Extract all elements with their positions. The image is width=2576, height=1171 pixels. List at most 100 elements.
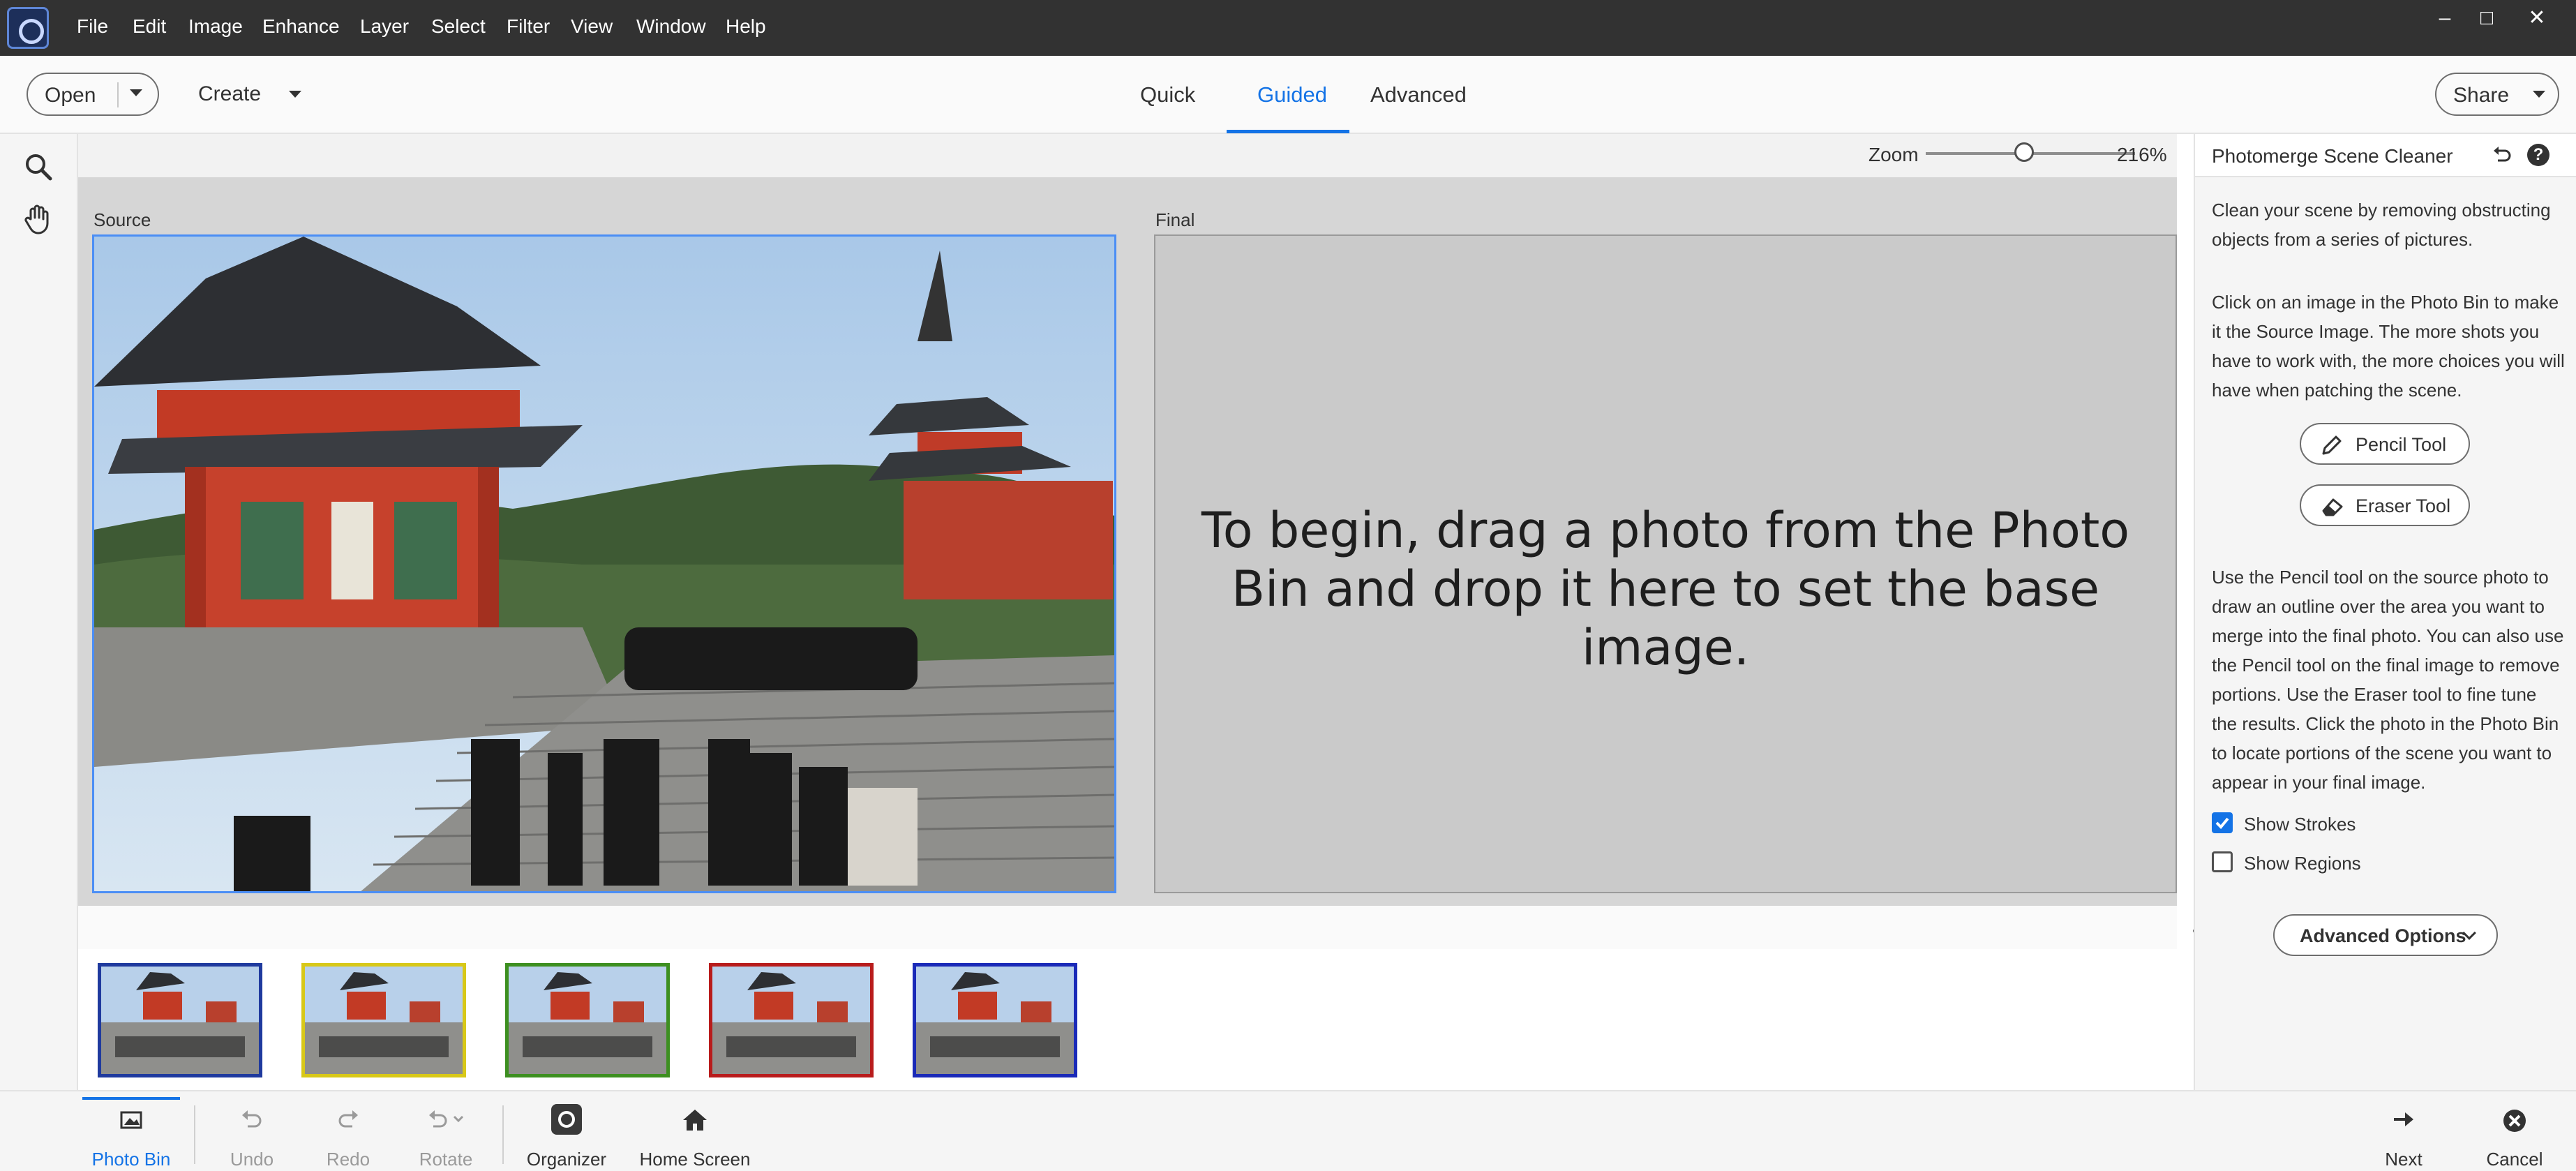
hand-tool-icon[interactable] [21, 201, 56, 236]
photo-bin-thumb[interactable] [505, 963, 670, 1077]
thumbnail-image [712, 967, 870, 1074]
zoom-bar: Zoom 216% [78, 134, 2177, 177]
panel-header: Photomerge Scene Cleaner ? [2195, 134, 2576, 177]
next-label: Next [2385, 1149, 2423, 1170]
zoom-slider-thumb[interactable] [2014, 142, 2034, 162]
show-strokes-label: Show Strokes [2244, 814, 2356, 835]
rotate-button[interactable]: Rotate [406, 1098, 486, 1171]
menu-filter[interactable]: Filter [507, 15, 550, 38]
help-icon[interactable]: ? [2527, 144, 2549, 166]
thumbnail-image [509, 967, 666, 1074]
menu-layer[interactable]: Layer [360, 15, 409, 38]
rotate-label: Rotate [419, 1149, 473, 1170]
final-label: Final [1155, 209, 1195, 230]
thumbnail-image [101, 967, 259, 1074]
pencil-icon [2322, 435, 2342, 455]
organizer-button[interactable]: Organizer [518, 1098, 615, 1171]
mode-bar: Open Create Quick Guided Advanced Share [0, 56, 2576, 134]
share-dropdown-icon[interactable] [2533, 91, 2545, 98]
panel-instructions: Click on an image in the Photo Bin to ma… [2212, 292, 2565, 401]
next-button[interactable]: Next [2365, 1098, 2442, 1171]
photo-bin-thumb[interactable] [98, 963, 262, 1077]
source-image[interactable] [92, 234, 1116, 893]
maximize-button[interactable]: □ [2467, 3, 2506, 33]
advanced-options-button[interactable]: Advanced Options [2273, 914, 2498, 956]
photo-bin-icon [120, 1111, 142, 1129]
final-image-dropzone[interactable]: To begin, drag a photo from the Photo Bi… [1154, 234, 2177, 893]
tab-advanced[interactable]: Advanced [1370, 82, 1467, 107]
photo-bin-label: Photo Bin [91, 1149, 171, 1170]
home-icon [683, 1110, 707, 1131]
tool-bar [0, 134, 78, 1090]
home-screen-button[interactable]: Home Screen [632, 1098, 758, 1171]
guided-panel: Photomerge Scene Cleaner ? Clean your sc… [2194, 134, 2576, 1090]
redo-label: Redo [326, 1149, 370, 1170]
temple-photo [94, 237, 1114, 891]
menu-file[interactable]: File [77, 15, 108, 38]
redo-button[interactable]: Redo [310, 1098, 387, 1171]
panel-intro: Clean your scene by removing obstructing… [2212, 200, 2551, 250]
zoom-tool-icon[interactable] [21, 149, 56, 184]
home-screen-label: Home Screen [639, 1149, 751, 1170]
divider [502, 1105, 504, 1164]
checkmark-icon [2215, 817, 2229, 829]
create-dropdown-icon[interactable] [289, 91, 301, 98]
undo-icon [242, 1110, 262, 1128]
share-button[interactable]: Share [2435, 73, 2559, 116]
menu-bar: File Edit Image Enhance Layer Select Fil… [0, 0, 2576, 56]
panel-usage: Use the Pencil tool on the source photo … [2212, 567, 2564, 793]
organizer-icon [551, 1104, 582, 1135]
panel-title: Photomerge Scene Cleaner [2212, 145, 2453, 167]
source-label: Source [93, 209, 151, 230]
photo-bin-thumb[interactable] [301, 963, 466, 1077]
thumbnail-image [305, 967, 463, 1074]
active-tab-indicator [1227, 130, 1349, 133]
share-label: Share [2453, 84, 2510, 107]
divider [194, 1105, 195, 1164]
undo-button[interactable]: Undo [214, 1098, 290, 1171]
photo-bin-header: ••• [78, 906, 2253, 949]
show-strokes-checkbox[interactable] [2212, 812, 2233, 833]
zoom-value: 216% [2117, 144, 2167, 165]
photo-bin-thumb[interactable] [913, 963, 1077, 1077]
open-label: Open [45, 84, 96, 107]
eraser-tool-label: Eraser Tool [2356, 495, 2451, 516]
menu-edit[interactable]: Edit [133, 15, 166, 38]
minimize-button[interactable]: – [2425, 3, 2464, 33]
menu-enhance[interactable]: Enhance [262, 15, 340, 38]
menu-view[interactable]: View [571, 15, 613, 38]
eraser-tool-button[interactable]: Eraser Tool [2300, 484, 2470, 526]
arrow-right-icon [2394, 1112, 2413, 1126]
undo-label: Undo [230, 1149, 274, 1170]
menu-window[interactable]: Window [636, 15, 706, 38]
menu-help[interactable]: Help [726, 15, 766, 38]
show-regions-checkbox[interactable] [2212, 851, 2233, 872]
close-button[interactable]: ✕ [2517, 3, 2556, 33]
thumbnail-image [916, 967, 1074, 1074]
open-divider [117, 82, 119, 107]
pencil-tool-label: Pencil Tool [2356, 434, 2447, 455]
advanced-options-label: Advanced Options [2300, 925, 2466, 946]
eraser-icon [2322, 498, 2343, 516]
photo-bin-button[interactable]: Photo Bin [82, 1098, 180, 1171]
menu-image[interactable]: Image [188, 15, 243, 38]
redo-icon [338, 1110, 358, 1128]
open-dropdown-icon[interactable] [130, 89, 142, 96]
show-regions-label: Show Regions [2244, 853, 2361, 874]
cancel-label: Cancel [2486, 1149, 2543, 1170]
open-button[interactable]: Open [27, 73, 159, 116]
zoom-label: Zoom [1869, 144, 1919, 165]
tab-quick[interactable]: Quick [1140, 82, 1195, 107]
final-drop-hint: To begin, drag a photo from the Photo Bi… [1201, 502, 2130, 676]
create-button[interactable]: Create [198, 82, 261, 106]
cancel-button[interactable]: Cancel [2473, 1098, 2556, 1171]
menu-select[interactable]: Select [431, 15, 486, 38]
rotate-icon [429, 1110, 464, 1128]
tab-guided[interactable]: Guided [1257, 82, 1327, 107]
organizer-label: Organizer [526, 1149, 607, 1170]
photo-bin-thumb[interactable] [709, 963, 874, 1077]
reset-icon[interactable] [2491, 144, 2513, 166]
pencil-tool-button[interactable]: Pencil Tool [2300, 423, 2470, 465]
bottom-bar: Photo Bin Undo Redo Rotate Organizer Hom… [0, 1090, 2576, 1171]
cancel-icon [2503, 1110, 2526, 1132]
